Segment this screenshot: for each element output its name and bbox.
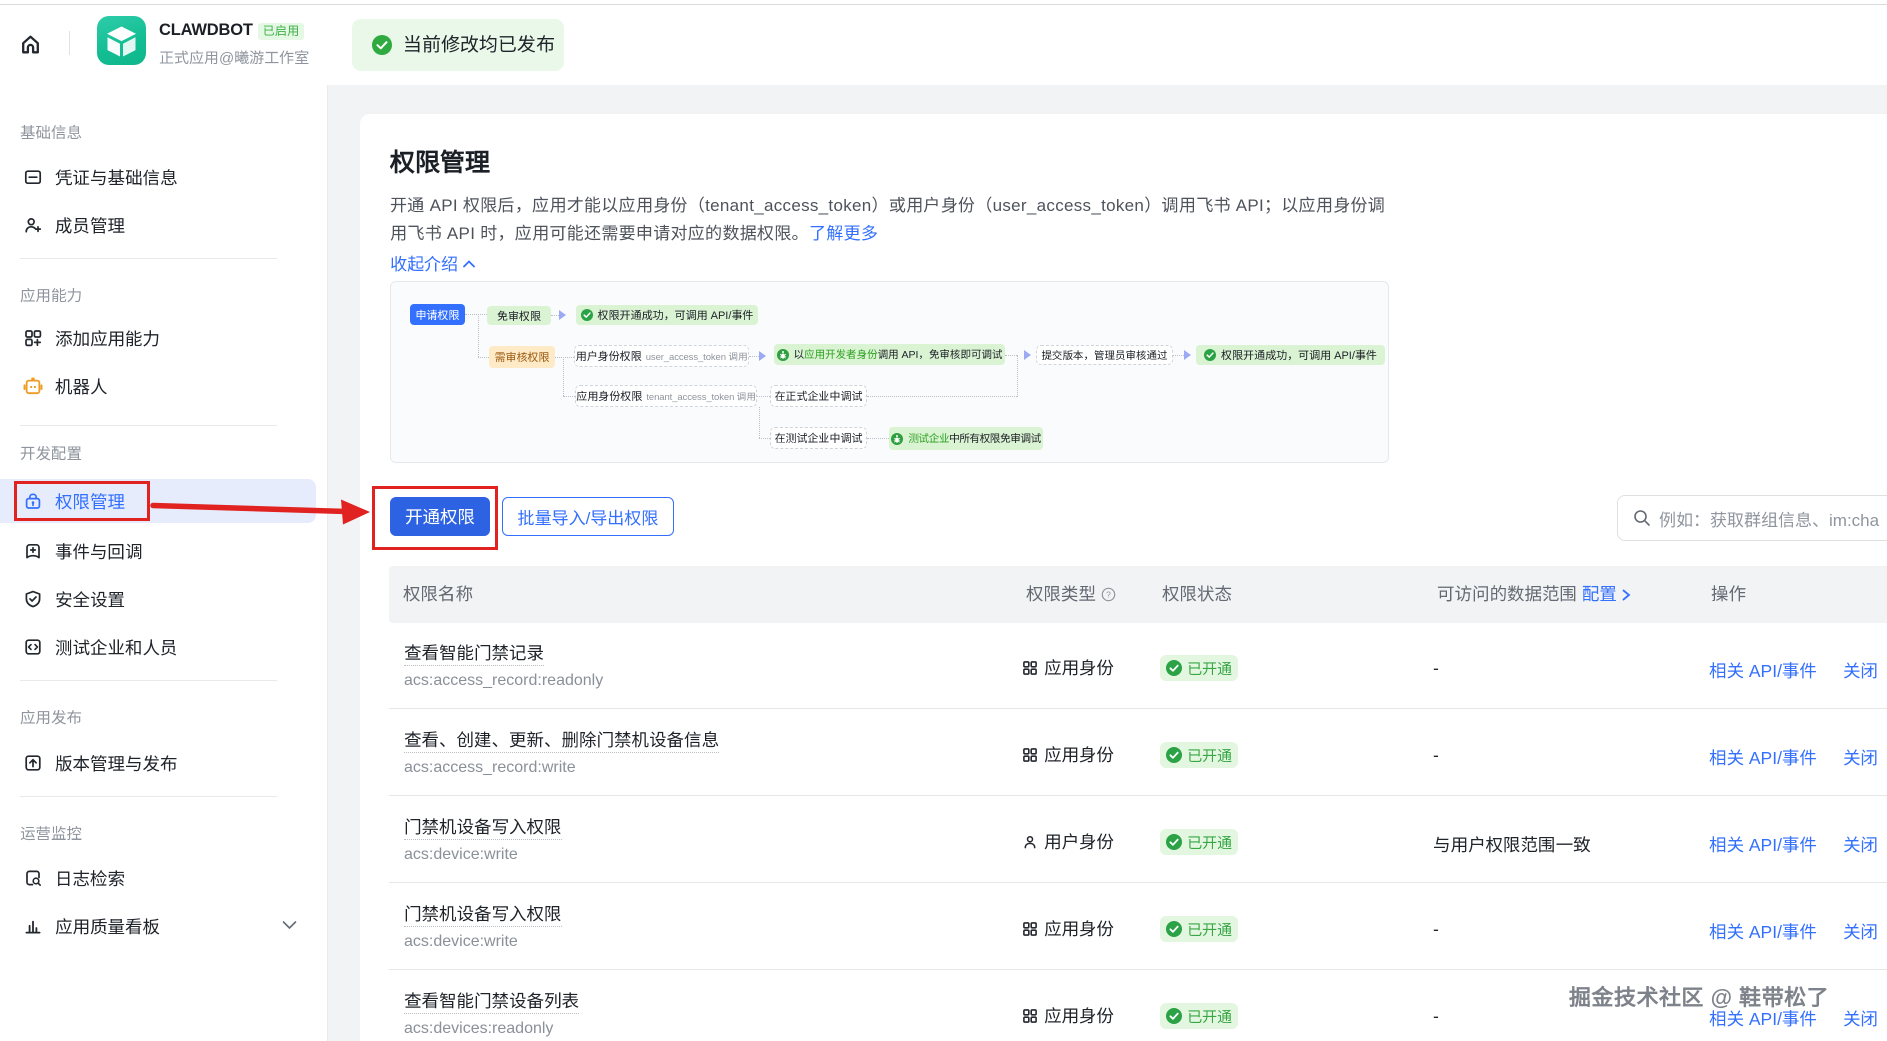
svg-text:?: ? [1106, 589, 1111, 599]
